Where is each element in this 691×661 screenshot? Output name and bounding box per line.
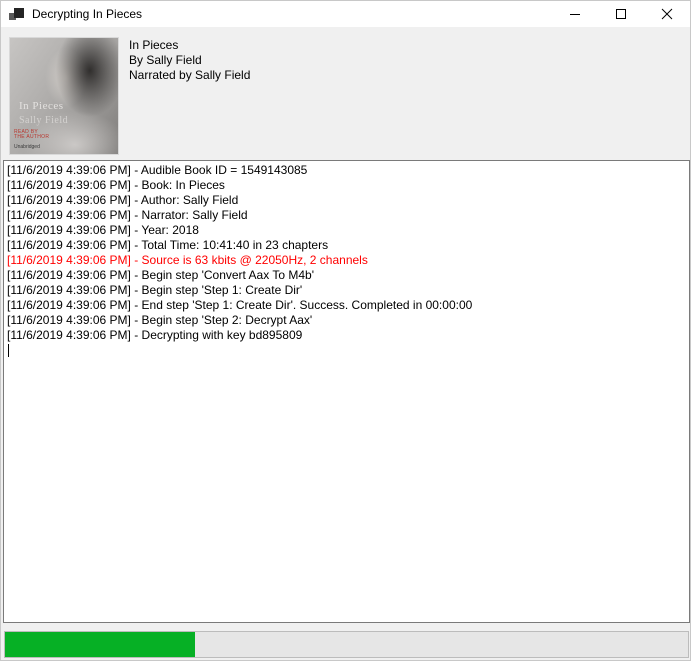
log-line: [11/6/2019 4:39:06 PM] - Decrypting with… <box>7 328 686 343</box>
log-textbox[interactable]: [11/6/2019 4:39:06 PM] - Audible Book ID… <box>3 160 690 623</box>
maximize-button[interactable] <box>598 1 644 27</box>
log-line: [11/6/2019 4:39:06 PM] - Total Time: 10:… <box>7 238 686 253</box>
log-line: [11/6/2019 4:39:06 PM] - Source is 63 kb… <box>7 253 686 268</box>
book-author-line: By Sally Field <box>129 53 250 68</box>
book-title: In Pieces <box>129 38 250 53</box>
app-icon-square-large <box>14 8 24 18</box>
log-line: [11/6/2019 4:39:06 PM] - Begin step 'Ste… <box>7 283 686 298</box>
cover-edition-text: Unabridged <box>14 144 40 150</box>
log-line: [11/6/2019 4:39:06 PM] - Book: In Pieces <box>7 178 686 193</box>
cover-author-text: Sally Field <box>19 115 68 126</box>
window-title: Decrypting In Pieces <box>32 7 142 21</box>
progress-fill <box>5 632 195 657</box>
log-line: [11/6/2019 4:39:06 PM] - Year: 2018 <box>7 223 686 238</box>
log-line: [11/6/2019 4:39:06 PM] - Audible Book ID… <box>7 163 686 178</box>
cover-title-text: In Pieces <box>19 100 64 112</box>
cover-read-by-author-badge: READ BY THE AUTHOR <box>14 130 49 142</box>
log-line: [11/6/2019 4:39:06 PM] - Narrator: Sally… <box>7 208 686 223</box>
title-bar[interactable]: Decrypting In Pieces <box>1 1 690 27</box>
book-narrator-line: Narrated by Sally Field <box>129 68 250 83</box>
log-line: [11/6/2019 4:39:06 PM] - End step 'Step … <box>7 298 686 313</box>
log-line: [11/6/2019 4:39:06 PM] - Begin step 'Ste… <box>7 313 686 328</box>
log-line: [11/6/2019 4:39:06 PM] - Author: Sally F… <box>7 193 686 208</box>
close-icon <box>661 8 673 20</box>
progress-bar <box>4 631 689 658</box>
app-icon[interactable] <box>9 6 25 22</box>
minimize-icon <box>569 8 581 20</box>
log-line: [11/6/2019 4:39:06 PM] - Begin step 'Con… <box>7 268 686 283</box>
book-info-block: In Pieces By Sally Field Narrated by Sal… <box>129 38 250 83</box>
book-cover-image: In Pieces Sally Field READ BY THE AUTHOR… <box>9 37 119 155</box>
minimize-button[interactable] <box>552 1 598 27</box>
maximize-icon <box>615 8 627 20</box>
text-caret <box>8 344 9 357</box>
close-button[interactable] <box>644 1 690 27</box>
app-window: Decrypting In Pieces In Pieces Sally Fie… <box>0 0 691 661</box>
